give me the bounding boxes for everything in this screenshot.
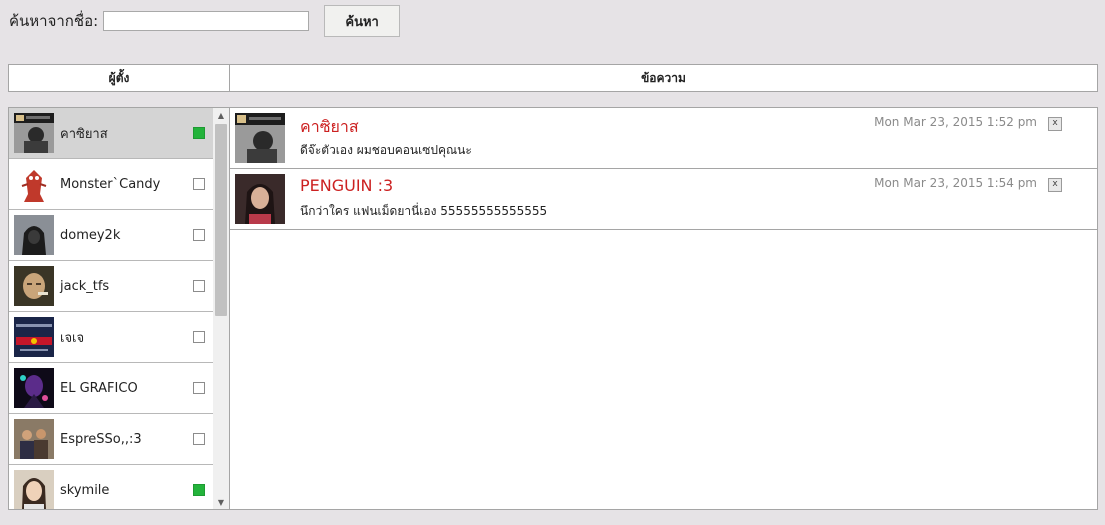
message-text: ดีจ๊ะตัวเอง ผมชอบคอนเซปคุณนะ	[300, 143, 472, 157]
user-name: Monster`Candy	[60, 176, 161, 192]
delete-message-button[interactable]: x	[1048, 178, 1062, 192]
user-name: เจเจ	[60, 330, 85, 346]
status-indicator[interactable]	[193, 127, 205, 139]
user-row[interactable]: jack_tfs	[9, 261, 213, 312]
racing-logo-avatar	[14, 317, 54, 357]
message-timestamp: Mon Mar 23, 2015 1:52 pm	[874, 115, 1037, 129]
user-name: domey2k	[60, 227, 121, 243]
message-item: PENGUIN :3 Mon Mar 23, 2015 1:54 pm x นึ…	[230, 169, 1097, 230]
woman-photo-avatar	[14, 470, 54, 509]
message-timestamp: Mon Mar 23, 2015 1:54 pm	[874, 176, 1037, 190]
status-indicator[interactable]	[193, 433, 205, 445]
user-row[interactable]: คาซิยาส	[9, 108, 213, 159]
search-bar: ค้นหาจากชื่อ: ค้นหา	[9, 5, 401, 37]
message-author[interactable]: PENGUIN :3	[300, 176, 393, 195]
status-indicator[interactable]	[193, 382, 205, 394]
delete-message-button[interactable]: x	[1048, 117, 1062, 131]
status-indicator[interactable]	[193, 229, 205, 241]
search-button[interactable]: ค้นหา	[324, 5, 401, 37]
message-text: นึกว่าใคร แฟนเม็ดยานี่เอง 55555555555555	[300, 204, 548, 218]
user-name: jack_tfs	[60, 278, 110, 294]
status-indicator[interactable]	[193, 280, 205, 292]
user-name: EspreSSo,,:3	[60, 431, 142, 447]
user-row[interactable]: Monster`Candy	[9, 159, 213, 210]
message-avatar	[235, 113, 285, 163]
user-row[interactable]: domey2k	[9, 210, 213, 261]
neon-figure-avatar	[14, 368, 54, 408]
scroll-up-arrow-icon[interactable]: ▲	[213, 108, 229, 122]
user-row[interactable]: skymile	[9, 465, 213, 509]
scroll-thumb[interactable]	[215, 124, 227, 316]
scroll-down-arrow-icon[interactable]: ▼	[213, 495, 229, 509]
user-row[interactable]: EspreSSo,,:3	[9, 414, 213, 465]
search-label: ค้นหาจากชื่อ:	[9, 12, 99, 30]
message-list: คาซิยาส Mon Mar 23, 2015 1:52 pm x ดีจ๊ะ…	[230, 108, 1097, 509]
group-photo-avatar	[14, 419, 54, 459]
user-name: EL GRAFICO	[60, 380, 138, 396]
message-item: คาซิยาส Mon Mar 23, 2015 1:52 pm x ดีจ๊ะ…	[230, 108, 1097, 169]
header-messages: ข้อความ	[641, 70, 686, 85]
status-indicator[interactable]	[193, 484, 205, 496]
header-users: ผู้ตั้ง	[9, 65, 230, 91]
status-indicator[interactable]	[193, 331, 205, 343]
user-row[interactable]: EL GRAFICO	[9, 363, 213, 414]
monster-avatar	[14, 164, 54, 204]
user-list-scrollbar[interactable]: ▲ ▼	[213, 108, 229, 509]
status-indicator[interactable]	[193, 178, 205, 190]
table-header: ผู้ตั้ง ข้อความ	[8, 64, 1098, 92]
user-name: skymile	[60, 482, 110, 498]
search-input[interactable]	[103, 11, 310, 31]
user-row[interactable]: เจเจ	[9, 312, 213, 363]
face-avatar	[14, 266, 54, 306]
user-list: คาซิยาส Monster`Candy domey2k jack_tfs เ…	[9, 108, 230, 509]
conversation-panel: คาซิยาส Monster`Candy domey2k jack_tfs เ…	[8, 107, 1098, 510]
hooded-figure-avatar	[14, 215, 54, 255]
message-avatar	[235, 174, 285, 224]
photo-avatar	[14, 113, 54, 153]
message-author[interactable]: คาซิยาส	[300, 115, 359, 140]
user-name: คาซิยาส	[60, 126, 108, 142]
